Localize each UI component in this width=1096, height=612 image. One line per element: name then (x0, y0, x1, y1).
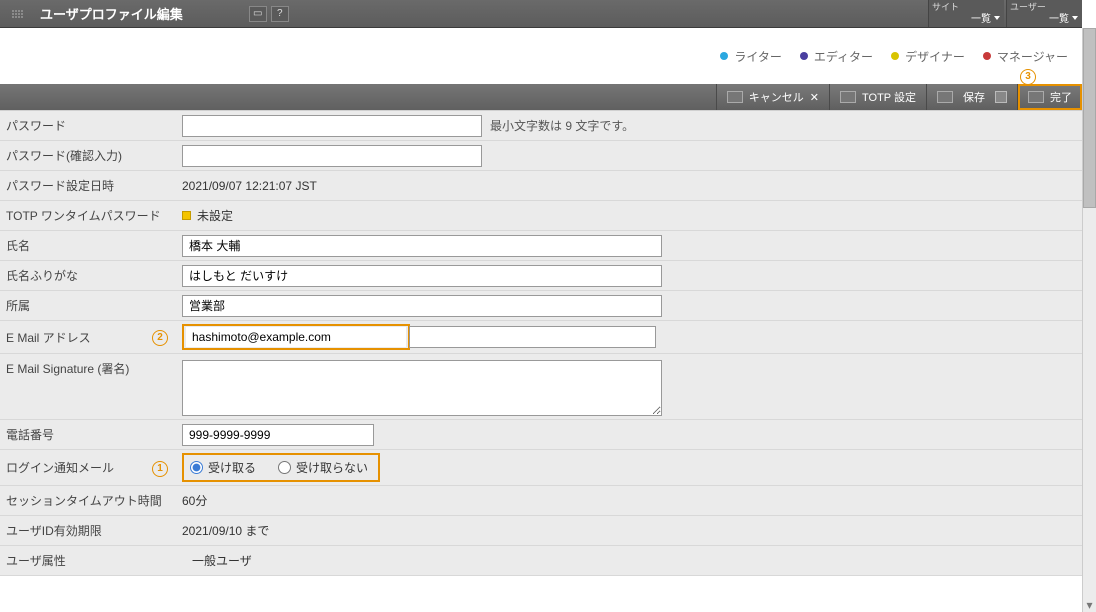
status-square-icon (182, 211, 191, 220)
cancel-button[interactable]: キャンセル ✕ (716, 84, 829, 110)
login-notify-reject-radio[interactable] (278, 461, 291, 474)
org-label: 所属 (0, 297, 178, 314)
id-card-icon[interactable]: ▭ (249, 6, 267, 22)
done-button-label: 完了 (1050, 89, 1072, 105)
save-button[interactable]: 保存 (926, 84, 1017, 110)
phone-input[interactable] (182, 424, 374, 446)
email-sig-textarea[interactable] (182, 360, 662, 416)
org-input[interactable] (182, 295, 662, 317)
manager-dot-icon (983, 52, 991, 60)
email-input-extend[interactable] (409, 326, 656, 348)
email-label: E Mail アドレス 2 (0, 329, 178, 346)
password-label: パスワード (0, 117, 178, 134)
login-notify-accept-option[interactable]: 受け取る (190, 459, 256, 476)
disk-icon (995, 91, 1007, 103)
button-glyph-icon (727, 91, 743, 103)
userid-expiry-value: 2021/09/10 まで (182, 522, 269, 539)
totp-settings-button[interactable]: TOTP 設定 (829, 84, 926, 110)
drag-grip-icon[interactable] (0, 0, 34, 27)
scrollbar-thumb[interactable] (1083, 28, 1096, 208)
designer-dot-icon (891, 52, 899, 60)
phone-label: 電話番号 (0, 426, 178, 443)
editor-dot-icon (800, 52, 808, 60)
close-icon: ✕ (810, 91, 819, 104)
session-timeout-value: 60分 (182, 492, 207, 509)
name-label: 氏名 (0, 237, 178, 254)
vertical-scrollbar[interactable]: ▾ (1082, 28, 1096, 612)
user-selector[interactable]: ユーザー 一覧 (1006, 0, 1082, 27)
password-confirm-input[interactable] (182, 145, 482, 167)
legend-writer: ライター (734, 48, 782, 65)
totp-status-value: 未設定 (197, 207, 233, 224)
login-notify-accept-radio[interactable] (190, 461, 203, 474)
email-input[interactable] (186, 327, 406, 347)
site-selector-label: サイト (932, 0, 959, 13)
password-set-date-label: パスワード設定日時 (0, 177, 178, 194)
chevron-down-icon (994, 16, 1000, 20)
login-notify-reject-option[interactable]: 受け取らない (278, 459, 368, 476)
chevron-down-icon (1072, 16, 1078, 20)
writer-dot-icon (720, 52, 728, 60)
site-selector[interactable]: サイト 一覧 (928, 0, 1004, 27)
legend-designer: デザイナー (905, 48, 965, 65)
user-selector-value: 一覧 (1049, 10, 1069, 25)
login-notify-label-text: ログイン通知メール (6, 459, 114, 476)
legend-editor: エディター (814, 48, 873, 65)
site-selector-value: 一覧 (971, 10, 991, 25)
button-glyph-icon (1028, 91, 1044, 103)
totp-button-label: TOTP 設定 (862, 89, 916, 105)
password-confirm-label: パスワード(確認入力) (0, 147, 178, 164)
role-legend-row: ライター エディター デザイナー マネージャー 3 (0, 28, 1082, 84)
page-title: ユーザプロファイル編集 (40, 4, 183, 23)
done-button[interactable]: 完了 (1017, 84, 1082, 110)
email-sig-label: E Mail Signature (署名) (0, 360, 178, 377)
button-glyph-icon (937, 91, 953, 103)
userid-expiry-label: ユーザID有効期限 (0, 522, 178, 539)
login-notify-accept-label: 受け取る (208, 459, 256, 476)
password-input[interactable] (182, 115, 482, 137)
name-input[interactable] (182, 235, 662, 257)
annotation-1: 1 (152, 459, 168, 477)
save-button-label: 保存 (963, 89, 985, 105)
password-hint: 最小文字数は 9 文字です。 (490, 117, 634, 134)
login-notify-radio-group: 受け取る 受け取らない (182, 453, 380, 482)
scroll-down-icon[interactable]: ▾ (1083, 598, 1096, 612)
profile-form: パスワード 最小文字数は 9 文字です。 パスワード(確認入力) パスワード設定… (0, 110, 1082, 576)
login-notify-label: ログイン通知メール 1 (0, 459, 178, 476)
annotation-3: 3 (1020, 66, 1036, 85)
email-label-text: E Mail アドレス (6, 329, 91, 346)
legend-manager: マネージャー (997, 48, 1068, 65)
user-selector-label: ユーザー (1010, 0, 1046, 13)
help-icon[interactable]: ? (271, 6, 289, 22)
session-timeout-label: セッションタイムアウト時間 (0, 492, 178, 509)
password-set-date-value: 2021/09/07 12:21:07 JST (182, 179, 317, 193)
user-attr-label: ユーザ属性 (0, 552, 178, 569)
name-kana-input[interactable] (182, 265, 662, 287)
totp-label: TOTP ワンタイムパスワード (0, 207, 178, 224)
button-glyph-icon (840, 91, 856, 103)
title-bar: ユーザプロファイル編集 ▭ ? サイト 一覧 ユーザー 一覧 (0, 0, 1082, 28)
cancel-button-label: キャンセル (749, 89, 804, 105)
user-attr-value: 一般ユーザ (182, 552, 252, 569)
login-notify-reject-label: 受け取らない (296, 459, 368, 476)
name-kana-label: 氏名ふりがな (0, 267, 178, 284)
annotation-2: 2 (152, 328, 168, 346)
action-toolbar: キャンセル ✕ TOTP 設定 保存 完了 (0, 84, 1082, 110)
